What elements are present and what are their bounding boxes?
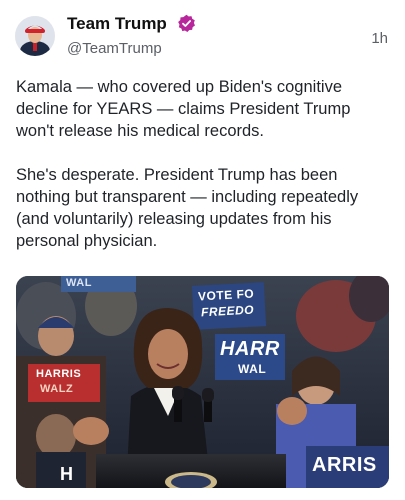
post-body: Kamala — who covered up Biden's cognitiv… [16, 76, 392, 252]
sign-h: H [60, 464, 74, 484]
sign-freedom: FREEDO [200, 302, 255, 320]
post-image[interactable]: WAL VOTE FO FREEDO HARR WAL HARRIS WALZ … [16, 276, 389, 488]
sign-harris-small: HARRIS [36, 368, 82, 380]
sign-wal: WAL [66, 277, 92, 289]
post-paragraph-1: Kamala — who covered up Biden's cognitiv… [16, 78, 351, 140]
avatar-image [15, 16, 55, 56]
sign-arris: ARRIS [312, 454, 377, 476]
sign-vote-for: VOTE FO [197, 286, 255, 304]
verified-badge-icon [178, 14, 195, 32]
post-header: Team Trump @TeamTrump 1h [0, 0, 405, 62]
author-name[interactable]: Team Trump [67, 14, 167, 34]
sign-harris-big: HARR [220, 338, 280, 360]
sign-walz-big: WAL [238, 362, 267, 376]
post-timestamp[interactable]: 1h [371, 30, 388, 47]
sign-walz-small: WALZ [40, 383, 74, 395]
author-handle[interactable]: @TeamTrump [67, 40, 162, 57]
avatar[interactable] [15, 16, 55, 56]
post-paragraph-2: She's desperate. President Trump has bee… [16, 166, 359, 250]
